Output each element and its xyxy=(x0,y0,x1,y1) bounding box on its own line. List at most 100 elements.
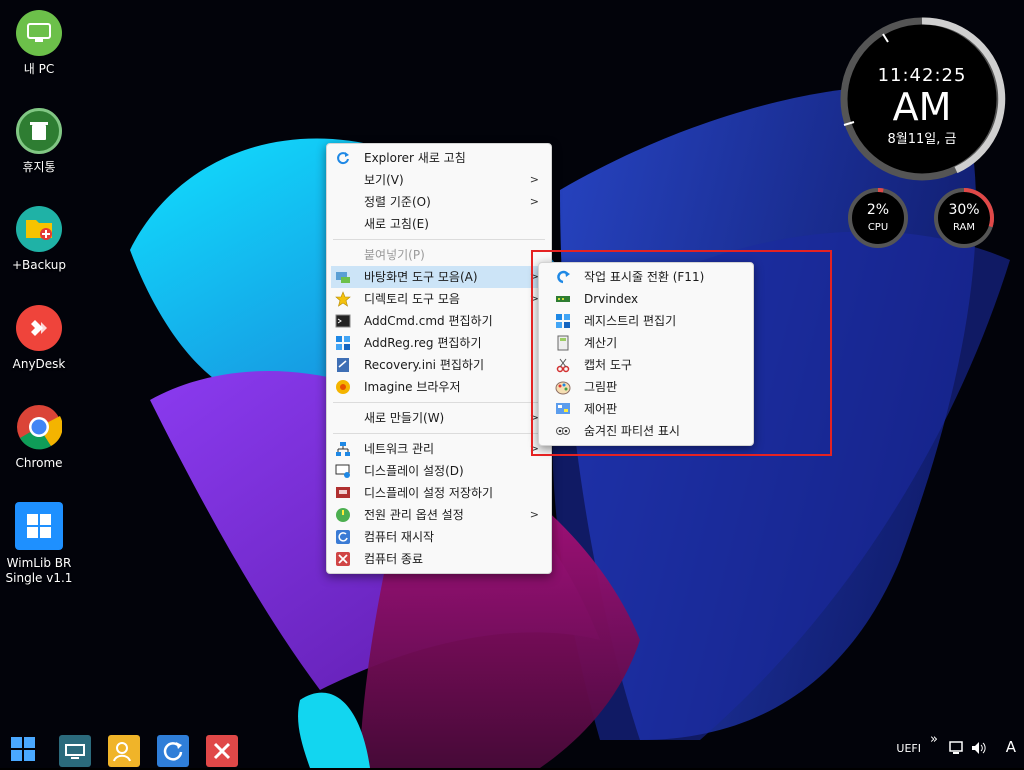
cpu-value: 2% xyxy=(866,202,890,218)
menu-item-explorer-refresh[interactable]: Explorer 새로 고침 xyxy=(327,147,551,169)
submenu-item-label: 작업 표시줄 전환 (F11) xyxy=(584,270,705,284)
menu-separator xyxy=(333,239,545,240)
menu-item-label: 보기(V) xyxy=(364,173,404,187)
anydesk-icon xyxy=(16,305,62,351)
clock-widget: 11:42:25 AM 8월11일, 금 xyxy=(838,15,1006,183)
clock-time: 11:42:25 xyxy=(877,65,967,86)
submenu-item-registry-editor[interactable]: 레지스트리 편집기 xyxy=(539,310,753,332)
menu-item-restart[interactable]: 컴퓨터 재시작 xyxy=(327,526,551,548)
star-icon xyxy=(335,291,351,307)
menu-item-directory-tools[interactable]: 디렉토리 도구 모음 > xyxy=(327,288,551,310)
taskbar-shutdown-button[interactable] xyxy=(206,735,238,767)
taskbar-restart-button[interactable] xyxy=(157,735,189,767)
desktop-icon-recycle-bin[interactable]: 휴지통 xyxy=(4,108,74,175)
windows-start-icon xyxy=(11,737,35,761)
chevron-right-icon: > xyxy=(529,195,539,208)
menu-item-display-settings[interactable]: 디스플레이 설정(D) xyxy=(327,460,551,482)
menu-item-recovery-ini[interactable]: Recovery.ini 편집하기 xyxy=(327,354,551,376)
menu-item-label: 디스플레이 설정(D) xyxy=(364,464,464,478)
shutdown-icon xyxy=(336,552,350,566)
menu-item-desktop-tools[interactable]: 바탕화면 도구 모음(A) > xyxy=(331,266,547,288)
windows-icon xyxy=(15,502,63,550)
chevron-right-icon: > xyxy=(529,173,539,186)
desktop-icon-wimlib[interactable]: WimLib BR Single v1.1 xyxy=(4,502,74,586)
menu-item-label: 바탕화면 도구 모음(A) xyxy=(364,270,478,284)
volume-icon[interactable] xyxy=(970,740,988,756)
cpu-label: CPU xyxy=(867,222,889,233)
menu-item-power-options[interactable]: 전원 관리 옵션 설정 > xyxy=(327,504,551,526)
taskbar xyxy=(0,728,1024,768)
drvindex-icon xyxy=(556,296,570,302)
refresh-icon xyxy=(337,152,349,165)
uefi-label: UEFI xyxy=(896,742,921,755)
desktop-icon-anydesk[interactable]: AnyDesk xyxy=(4,305,74,372)
network-tray-icon[interactable] xyxy=(948,740,966,756)
menu-item-addcmd[interactable]: AddCmd.cmd 편집하기 xyxy=(327,310,551,332)
menu-item-label: 디렉토리 도구 모음 xyxy=(364,292,460,306)
desktop-icon-my-pc[interactable]: 내 PC xyxy=(4,10,74,77)
user-search-icon xyxy=(113,742,131,762)
menu-item-label: 디스플레이 설정 저장하기 xyxy=(364,486,494,500)
monitor-icon xyxy=(65,744,85,759)
menu-separator xyxy=(333,402,545,403)
submenu-item-snipping-tool[interactable]: 캡처 도구 xyxy=(539,354,753,376)
calculator-icon xyxy=(557,335,569,351)
menu-item-label: Recovery.ini 편집하기 xyxy=(364,358,484,372)
desktop-icon-label: AnyDesk xyxy=(12,357,66,371)
menu-item-view[interactable]: 보기(V) > xyxy=(327,169,551,191)
desktop-tools-submenu: 작업 표시줄 전환 (F11) Drvindex 레지스트리 편집기 계산기 캡… xyxy=(538,262,754,446)
submenu-item-drvindex[interactable]: Drvindex xyxy=(539,288,753,310)
imagine-icon xyxy=(336,380,350,394)
submenu-item-label: Drvindex xyxy=(584,292,639,306)
display-save-icon xyxy=(336,487,350,498)
tray-expand-button[interactable]: » xyxy=(930,732,938,747)
shutdown-icon xyxy=(213,742,231,760)
desktop-icon-chrome[interactable]: Chrome xyxy=(4,404,74,471)
cmd-icon xyxy=(335,314,351,328)
menu-item-network[interactable]: 네트워크 관리 > xyxy=(327,438,551,460)
menu-item-sort-by[interactable]: 정렬 기준(O) > xyxy=(327,191,551,213)
ini-file-icon xyxy=(337,358,349,372)
submenu-item-calculator[interactable]: 계산기 xyxy=(539,332,753,354)
desktop-icon-backup[interactable]: +Backup xyxy=(4,206,74,273)
submenu-item-label: 계산기 xyxy=(584,336,618,350)
desktop-context-menu: Explorer 새로 고침 보기(V) > 정렬 기준(O) > 새로 고침(… xyxy=(326,143,552,574)
menu-item-label: 붙여넣기(P) xyxy=(364,248,425,262)
clock-ampm: AM xyxy=(892,85,952,129)
menu-item-paste: 붙여넣기(P) xyxy=(327,244,551,266)
registry-icon xyxy=(336,336,350,350)
ram-label: RAM xyxy=(952,222,975,233)
submenu-item-control-panel[interactable]: 제어판 xyxy=(539,398,753,420)
menu-item-display-save[interactable]: 디스플레이 설정 저장하기 xyxy=(327,482,551,504)
menu-item-refresh[interactable]: 새로 고침(E) xyxy=(327,213,551,235)
menu-item-shutdown[interactable]: 컴퓨터 종료 xyxy=(327,548,551,570)
submenu-item-hidden-partition[interactable]: 숨겨진 파티션 표시 xyxy=(539,420,753,442)
taskbar-user-button[interactable] xyxy=(108,735,140,767)
snipping-tool-icon xyxy=(556,358,570,373)
ram-gauge: 30% RAM xyxy=(932,186,996,250)
paint-icon xyxy=(555,381,571,395)
submenu-item-paint[interactable]: 그림판 xyxy=(539,376,753,398)
start-button[interactable] xyxy=(8,734,40,766)
menu-item-imagine[interactable]: Imagine 브라우저 xyxy=(327,376,551,398)
desktop-icon-label: +Backup xyxy=(11,258,67,272)
restart-icon xyxy=(336,530,350,544)
menu-item-label: AddCmd.cmd 편집하기 xyxy=(364,314,493,328)
monitor-icon xyxy=(16,10,62,56)
menu-separator xyxy=(333,433,545,434)
submenu-item-label: 레지스트리 편집기 xyxy=(584,314,677,328)
desktop-icon-label: 내 PC xyxy=(23,62,55,76)
submenu-item-label: 캡처 도구 xyxy=(584,358,632,372)
ram-value: 30% xyxy=(948,202,980,218)
menu-item-addreg[interactable]: AddReg.reg 편집하기 xyxy=(327,332,551,354)
display-settings-icon xyxy=(335,464,350,478)
clock-date: 8월11일, 금 xyxy=(887,132,957,147)
ime-indicator[interactable]: A xyxy=(1006,738,1016,756)
submenu-item-taskbar-switch[interactable]: 작업 표시줄 전환 (F11) xyxy=(539,266,753,288)
power-options-icon xyxy=(336,508,350,522)
taskbar-explorer-button[interactable] xyxy=(59,735,91,767)
submenu-item-label: 제어판 xyxy=(584,402,618,416)
menu-item-label: 전원 관리 옵션 설정 xyxy=(364,508,464,522)
menu-item-new[interactable]: 새로 만들기(W) > xyxy=(327,407,551,429)
taskbar-switch-icon xyxy=(557,270,570,284)
